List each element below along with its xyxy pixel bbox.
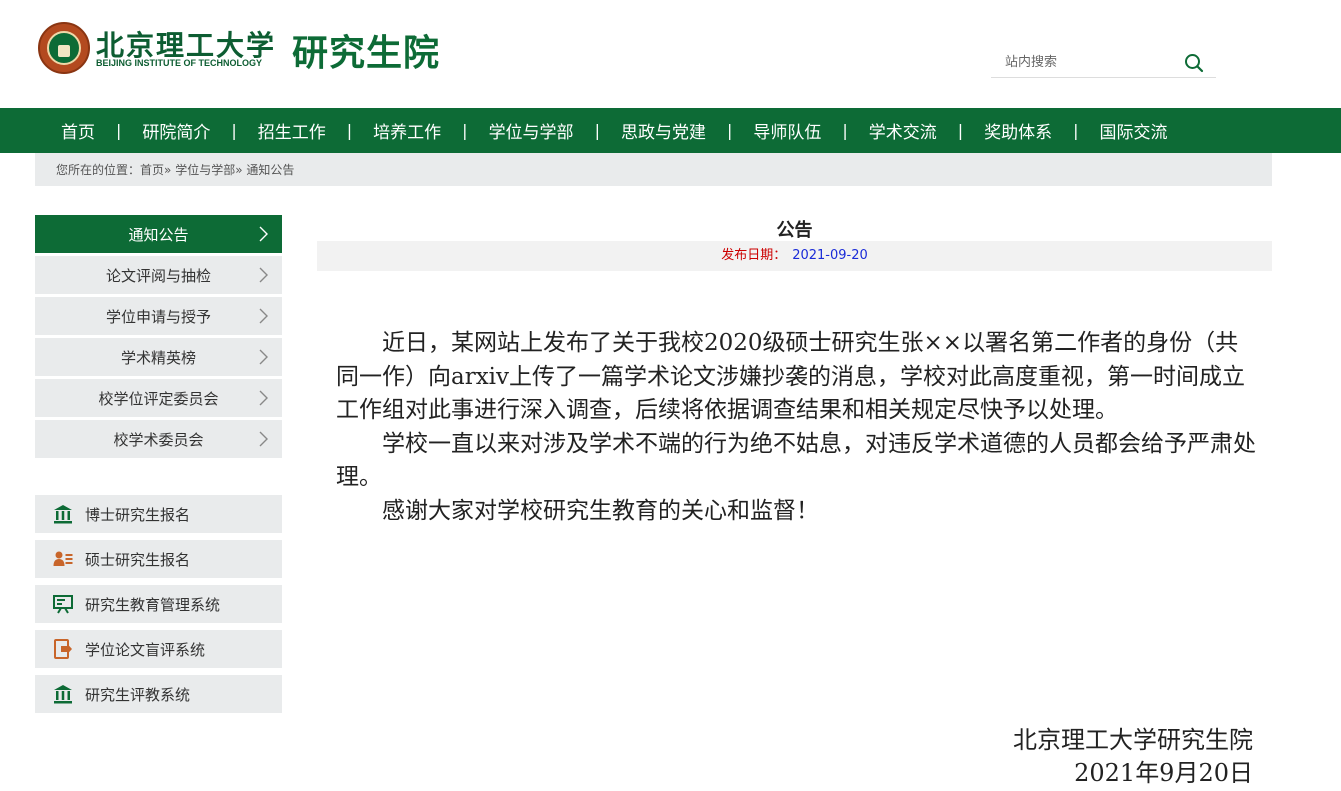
nav-item-degrees[interactable]: 学位与学部 (468, 118, 595, 143)
quicklink-education-management[interactable]: 研究生教育管理系统 (35, 585, 282, 623)
student-icon (53, 549, 73, 569)
nav-item-international[interactable]: 国际交流 (1079, 118, 1189, 143)
article-body: 近日，某网站上发布了关于我校2020级硕士研究生张××以署名第二作者的身份（共同… (336, 327, 1256, 528)
sidebar-item-degree-committee[interactable]: 校学位评定委员会 (35, 379, 282, 417)
article-paragraph: 近日，某网站上发布了关于我校2020级硕士研究生张××以署名第二作者的身份（共同… (336, 330, 1246, 423)
quicklink-label: 博士研究生报名 (85, 505, 191, 524)
sidebar-item-label: 学位申请与授予 (105, 307, 211, 326)
sidebar-item-label: 论文评阅与抽检 (105, 266, 211, 285)
breadcrumb-sep: » (235, 162, 243, 177)
chevron-right-icon (256, 349, 270, 365)
sidebar-item-label: 通知公告 (128, 225, 189, 244)
chevron-right-icon (256, 226, 270, 242)
nav-item-funding[interactable]: 奖助体系 (963, 118, 1073, 143)
quicklink-label: 研究生评教系统 (85, 685, 191, 704)
chevron-right-icon (256, 308, 270, 324)
nav-item-about[interactable]: 研院简介 (121, 118, 231, 143)
department-name: 研究生院 (292, 32, 441, 74)
quicklink-label: 学位论文盲评系统 (85, 640, 206, 659)
breadcrumb-section[interactable]: 学位与学部 (175, 161, 235, 178)
sidebar-item-elite-list[interactable]: 学术精英榜 (35, 338, 282, 376)
quicklink-teaching-evaluation[interactable]: 研究生评教系统 (35, 675, 282, 713)
chevron-right-icon (256, 267, 270, 283)
date-label: 发布日期： (721, 248, 787, 263)
article-date-bar: 发布日期： 2021-09-20 (317, 241, 1272, 271)
article-paragraph: 感谢大家对学校研究生教育的关心和监督！ (382, 497, 819, 524)
main-nav: 首页 | 研院简介 | 招生工作 | 培养工作 | 学位与学部 | 思政与党建 | 导师队伍… (0, 108, 1341, 153)
quicklink-label: 研究生教育管理系统 (85, 595, 221, 614)
sidebar-item-academic-committee[interactable]: 校学术委员会 (35, 420, 282, 458)
breadcrumb-prefix: 您所在的位置： (56, 163, 141, 177)
site-header: 北京理工大学 BEIJING INSTITUTE OF TECHNOLOGY 研… (0, 0, 1341, 108)
nav-item-supervisors[interactable]: 导师队伍 (732, 118, 842, 143)
search-box (991, 48, 1216, 78)
sidebar-item-notices[interactable]: 通知公告 (35, 215, 282, 253)
article-signature-block: 北京理工大学研究生院 2021年9月20日 (1013, 724, 1253, 790)
search-icon[interactable] (1183, 52, 1205, 74)
nav-item-training[interactable]: 培养工作 (352, 118, 462, 143)
building-icon (53, 504, 73, 524)
quicklink-master-registration[interactable]: 硕士研究生报名 (35, 540, 282, 578)
breadcrumb: 您所在的位置： 首页 » 学位与学部 » 通知公告 (35, 153, 1272, 186)
building-icon (53, 684, 73, 704)
nav-item-exchange[interactable]: 学术交流 (848, 118, 958, 143)
quicklink-label: 硕士研究生报名 (85, 550, 191, 569)
article-title: 公告 (776, 220, 813, 241)
export-doc-icon (53, 639, 73, 659)
chevron-right-icon (256, 431, 270, 447)
date-value: 2021-09-20 (792, 248, 868, 263)
signature-org: 北京理工大学研究生院 (1013, 726, 1253, 754)
chevron-right-icon (256, 390, 270, 406)
nav-item-home[interactable]: 首页 (40, 118, 116, 143)
sidebar: 通知公告 论文评阅与抽检 学位申请与授予 学术精英榜 校学位评定委员会 校学术委… (35, 215, 282, 461)
search-input[interactable] (991, 48, 1181, 76)
breadcrumb-home[interactable]: 首页 (140, 161, 164, 178)
university-logo[interactable] (38, 22, 90, 74)
breadcrumb-current[interactable]: 通知公告 (246, 161, 294, 178)
sidebar-item-degree-application[interactable]: 学位申请与授予 (35, 297, 282, 335)
signature-date: 2021年9月20日 (1074, 759, 1253, 787)
breadcrumb-sep: » (164, 162, 172, 177)
quicklink-blind-review[interactable]: 学位论文盲评系统 (35, 630, 282, 668)
sidebar-item-label: 学术精英榜 (120, 348, 196, 367)
article-paragraph: 学校一直以来对涉及学术不端的行为绝不姑息，对违反学术道德的人员都会给予严肃处理。 (336, 430, 1256, 491)
quick-links: 博士研究生报名 硕士研究生报名 研究生教育管理系统 学位论文盲评系统 研究生评教… (35, 495, 282, 720)
sidebar-item-thesis-review[interactable]: 论文评阅与抽检 (35, 256, 282, 294)
nav-item-party[interactable]: 思政与党建 (600, 118, 727, 143)
sidebar-item-label: 校学位评定委员会 (98, 389, 219, 408)
nav-item-admissions[interactable]: 招生工作 (237, 118, 347, 143)
university-name-en: BEIJING INSTITUTE OF TECHNOLOGY (96, 58, 263, 68)
sidebar-item-label: 校学术委员会 (113, 430, 204, 449)
quicklink-phd-registration[interactable]: 博士研究生报名 (35, 495, 282, 533)
presentation-icon (53, 594, 73, 614)
